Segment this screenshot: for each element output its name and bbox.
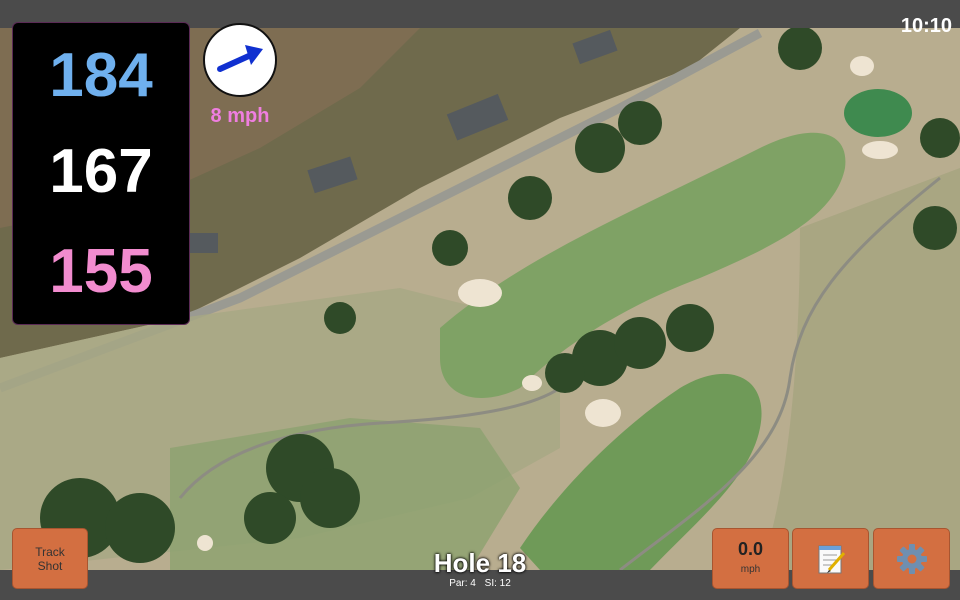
hole-stroke-index: SI: 12 xyxy=(484,578,511,589)
front-distance: 155 xyxy=(49,237,153,306)
hole-details: Par: 4 SI: 12 xyxy=(400,578,560,590)
hole-par: Par: 4 xyxy=(449,578,476,589)
settings-button[interactable] xyxy=(873,528,950,589)
scorecard-button[interactable] xyxy=(792,528,869,589)
clock: 10:10 xyxy=(900,15,952,37)
shot-speed-button[interactable]: 0.0 mph xyxy=(712,528,789,589)
wind-speed: 8 mph xyxy=(210,105,270,127)
distance-panel: 184 167 155 xyxy=(12,22,190,325)
wind-arrow-icon xyxy=(217,45,263,72)
wind-indicator xyxy=(203,23,277,97)
notepad-icon xyxy=(818,545,846,574)
track-shot-label-line1: Track xyxy=(35,545,65,559)
shot-speed-value: 0.0 xyxy=(737,539,764,559)
gear-icon xyxy=(897,544,927,574)
track-shot-label-line2: Shot xyxy=(37,559,63,573)
back-distance: 184 xyxy=(49,41,153,110)
track-shot-label: Track Shot xyxy=(13,529,87,573)
shot-speed-unit: mph xyxy=(740,564,761,575)
hole-info: Hole 18 Par: 4 SI: 12 xyxy=(400,548,560,590)
middle-distance: 167 xyxy=(49,137,153,206)
track-shot-button[interactable]: Track Shot xyxy=(12,528,88,589)
hole-title: Hole 18 xyxy=(433,548,527,578)
